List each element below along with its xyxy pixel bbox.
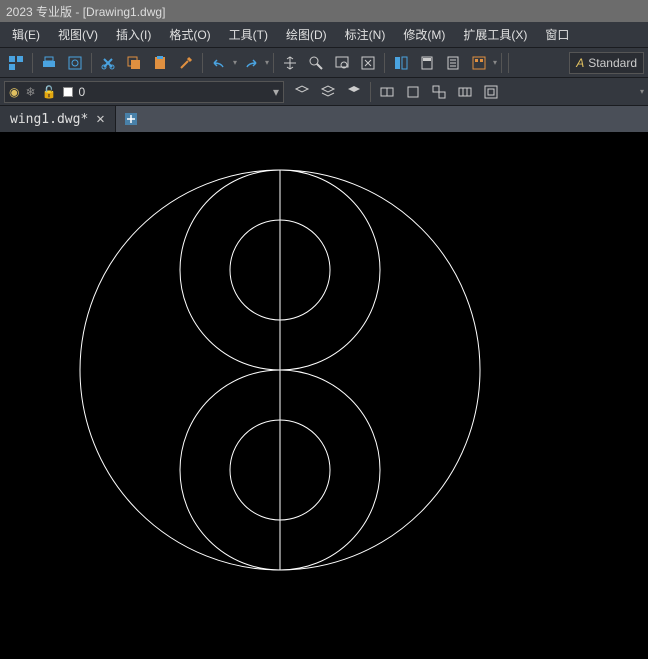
zoom-window-icon[interactable] [330,51,354,75]
menu-modify[interactable]: 修改(M) [395,23,453,46]
sheet-set-icon[interactable] [441,51,465,75]
match-prop-icon[interactable] [174,51,198,75]
separator [273,53,274,73]
blocks-icon[interactable] [4,51,28,75]
separator [202,53,203,73]
layer-tool-3-icon[interactable] [342,80,366,104]
separator [370,82,371,102]
layer-freeze-icon: ❄ [25,85,35,99]
chevron-down-icon: ▾ [273,85,279,99]
close-icon[interactable]: ✕ [96,111,104,127]
title-bar: 2023 专业版 - [Drawing1.dwg] [0,0,648,22]
block-tool-2-icon[interactable] [401,80,425,104]
toolbar-main: ▾ ▾ ▾ A Standard [0,48,648,78]
menu-insert[interactable]: 插入(I) [108,23,159,46]
menu-edit[interactable]: 辑(E) [4,23,48,46]
menu-tools[interactable]: 工具(T) [221,23,276,46]
pan-icon[interactable] [278,51,302,75]
preview-icon[interactable] [63,51,87,75]
new-tab-button[interactable] [116,106,146,132]
zoom-extents-icon[interactable] [356,51,380,75]
paste-icon[interactable] [148,51,172,75]
block-tool-3-icon[interactable] [427,80,451,104]
cad-drawing [0,132,648,659]
block-tool-4-icon[interactable] [453,80,477,104]
layer-tool-1-icon[interactable] [290,80,314,104]
properties-icon[interactable] [389,51,413,75]
layer-color-swatch [63,87,73,97]
block-tool-5-icon[interactable] [479,80,503,104]
menu-view[interactable]: 视图(V) [50,23,106,46]
menu-dimension[interactable]: 标注(N) [337,23,394,46]
drawing-canvas[interactable] [0,132,648,659]
dropdown-icon[interactable]: ▾ [640,87,644,96]
title-text: 2023 专业版 - [Drawing1.dwg] [6,5,165,19]
layer-tools [290,80,503,104]
print-icon[interactable] [37,51,61,75]
menu-window[interactable]: 窗口 [537,23,577,46]
calc-icon[interactable] [415,51,439,75]
separator [508,53,509,73]
zoom-icon[interactable] [304,51,328,75]
separator [32,53,33,73]
layer-combo[interactable]: ◉ ❄ 🔓 0 ▾ [4,81,284,103]
tool-palette-icon[interactable] [467,51,491,75]
separator [384,53,385,73]
text-style-combo[interactable]: A Standard [569,52,644,74]
separator [501,53,502,73]
menu-format[interactable]: 格式(O) [161,23,218,46]
tab-label: wing1.dwg* [10,112,88,127]
toolbar-layer: ◉ ❄ 🔓 0 ▾ ▾ [0,78,648,106]
separator [91,53,92,73]
undo-icon[interactable] [207,51,231,75]
copy-icon[interactable] [122,51,146,75]
undo-dropdown-icon[interactable]: ▾ [233,58,237,67]
redo-icon[interactable] [239,51,263,75]
layer-name: 0 [79,85,267,99]
cut-icon[interactable] [96,51,120,75]
redo-dropdown-icon[interactable]: ▾ [265,58,269,67]
layer-tool-2-icon[interactable] [316,80,340,104]
text-style-icon: A [576,56,584,70]
dropdown-icon[interactable]: ▾ [493,58,497,67]
layer-visibility-icon: ◉ [9,85,19,99]
block-tool-1-icon[interactable] [375,80,399,104]
menu-bar: 辑(E) 视图(V) 插入(I) 格式(O) 工具(T) 绘图(D) 标注(N)… [0,22,648,48]
text-style-name: Standard [588,56,637,70]
menu-draw[interactable]: 绘图(D) [278,23,335,46]
tab-drawing1[interactable]: wing1.dwg* ✕ [0,106,116,132]
layer-lock-icon: 🔓 [42,85,57,99]
plus-icon [124,112,138,126]
document-tabs: wing1.dwg* ✕ [0,106,648,132]
menu-ext[interactable]: 扩展工具(X) [455,23,535,46]
